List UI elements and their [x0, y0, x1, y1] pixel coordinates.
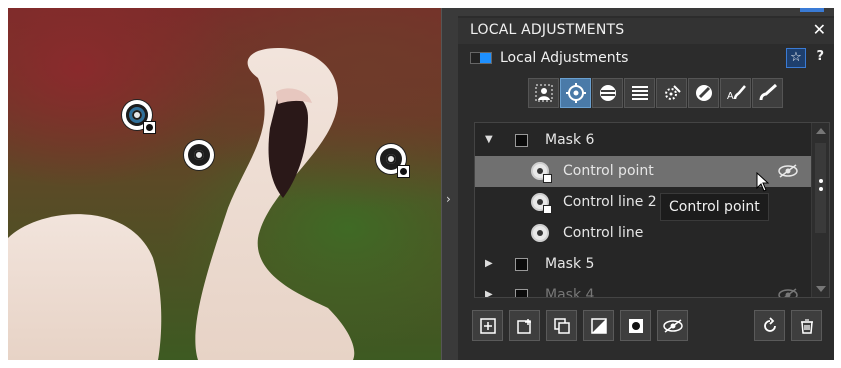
svg-text:A: A — [727, 91, 734, 102]
badge-icon — [143, 121, 156, 134]
layer-label: Control point — [563, 163, 654, 179]
control-line-2-marker[interactable] — [376, 144, 410, 178]
app-window: › LOCAL ADJUSTMENTS ✕ Local Adjustments … — [8, 8, 834, 360]
list-item-control-line[interactable]: Control line — [475, 218, 811, 249]
control-line-icon[interactable] — [592, 78, 623, 108]
mask-checkbox[interactable] — [515, 258, 528, 271]
panel-collapse-handle[interactable]: › — [441, 8, 458, 360]
expand-triangle-icon[interactable]: ▶ — [485, 258, 493, 269]
local-adjustments-row: Local Adjustments ☆ ? — [470, 48, 826, 70]
expand-triangle-icon[interactable]: ▶ — [485, 289, 493, 297]
auto-mask-icon[interactable] — [656, 78, 687, 108]
more-options-icon[interactable] — [819, 179, 823, 191]
duplicate-icon[interactable] — [546, 310, 577, 341]
help-button[interactable]: ? — [816, 49, 824, 64]
add-mask-icon[interactable] — [472, 310, 503, 341]
enable-toggle[interactable] — [470, 52, 492, 64]
visibility-icon[interactable] — [777, 164, 799, 178]
mask-checkbox[interactable] — [515, 289, 528, 297]
expand-triangle-icon[interactable]: ▼ — [485, 134, 493, 145]
control-line-marker[interactable] — [184, 140, 214, 170]
image-viewport[interactable] — [8, 8, 441, 360]
list-item-mask-5[interactable]: ▶ Mask 5 — [475, 249, 811, 280]
panel-title: LOCAL ADJUSTMENTS — [470, 22, 625, 38]
add-from-icon[interactable] — [509, 310, 540, 341]
mouse-cursor-icon — [756, 172, 770, 192]
brush-icon[interactable] — [752, 78, 783, 108]
control-line-icon — [531, 193, 552, 214]
mask-label: Mask 4 — [545, 287, 595, 298]
close-icon[interactable]: ✕ — [813, 20, 826, 39]
tooltip: Control point — [660, 193, 769, 221]
list-item-mask-4[interactable]: ▶ Mask 4 — [475, 280, 811, 298]
layer-label: Control line 2 — [563, 194, 657, 210]
chevron-right-icon: › — [446, 192, 451, 206]
mask-label: Mask 6 — [545, 132, 595, 148]
local-adjustments-panel: LOCAL ADJUSTMENTS ✕ Local Adjustments ☆ … — [458, 8, 834, 360]
control-line-icon — [188, 144, 210, 166]
layer-label: Control line — [563, 225, 644, 241]
bottom-toolbar-right — [754, 310, 822, 341]
visibility-icon[interactable] — [657, 310, 688, 341]
scroll-down-icon[interactable] — [816, 286, 826, 292]
badge-icon — [397, 165, 410, 178]
section-label: Local Adjustments — [500, 50, 629, 66]
mask-view-icon[interactable] — [620, 310, 651, 341]
visibility-icon[interactable] — [777, 288, 799, 298]
panel-top-edge — [458, 8, 834, 16]
panel-header: LOCAL ADJUSTMENTS ✕ — [458, 18, 834, 44]
mask-list: ▼ Mask 6 Control point Control line 2 Co… — [474, 122, 830, 298]
list-item-mask-6[interactable]: ▼ Mask 6 — [475, 125, 811, 156]
flamingo-photo — [8, 48, 355, 360]
mask-checkbox[interactable] — [515, 134, 528, 147]
gradient-icon[interactable] — [624, 78, 655, 108]
invert-icon[interactable] — [583, 310, 614, 341]
bottom-toolbar — [472, 310, 688, 341]
luminosity-brush-icon[interactable]: A — [720, 78, 751, 108]
reset-icon[interactable] — [754, 310, 785, 341]
scroll-up-icon[interactable] — [816, 128, 826, 134]
list-scrollbar[interactable] — [811, 123, 829, 297]
control-line-icon — [531, 224, 549, 242]
star-icon[interactable]: ☆ — [786, 48, 806, 68]
control-point-icon — [531, 162, 552, 183]
delete-icon[interactable] — [791, 310, 822, 341]
mask-tool-strip: A — [528, 78, 783, 108]
color-picker-icon[interactable] — [688, 78, 719, 108]
mask-label: Mask 5 — [545, 256, 595, 272]
control-point-icon[interactable] — [560, 78, 591, 108]
control-point-marker[interactable] — [122, 100, 156, 134]
portrait-mask-icon[interactable] — [528, 78, 559, 108]
